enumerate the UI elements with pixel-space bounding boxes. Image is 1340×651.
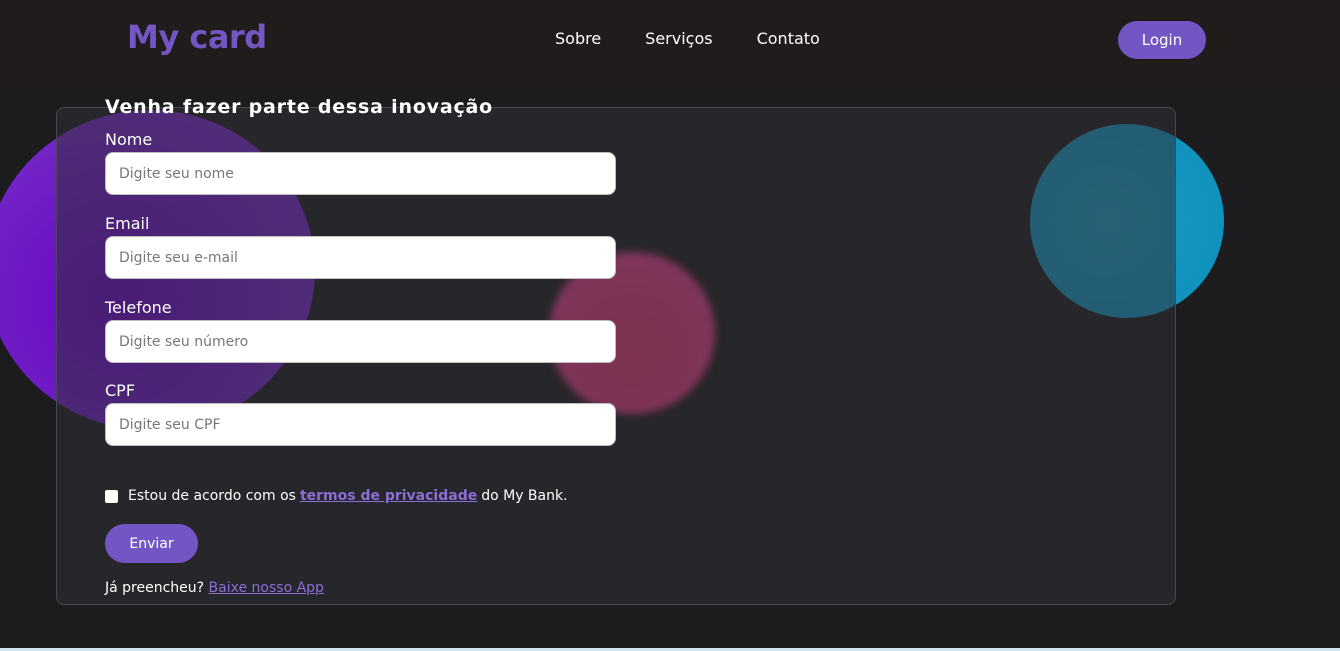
name-label: Nome bbox=[105, 130, 153, 149]
phone-input[interactable] bbox=[105, 320, 616, 363]
submit-button[interactable]: Enviar bbox=[105, 524, 198, 563]
app-prompt: Já preencheu? bbox=[105, 580, 205, 596]
terms-checkbox[interactable] bbox=[105, 489, 118, 503]
nav-link-servicos[interactable]: Serviços bbox=[645, 29, 712, 48]
nav-link-contato[interactable]: Contato bbox=[757, 29, 820, 48]
name-input[interactable] bbox=[105, 152, 616, 195]
main-nav: Sobre Serviços Contato bbox=[555, 29, 864, 48]
app-download-row: Já preencheu? Baixe nosso App bbox=[105, 580, 324, 596]
terms-suffix: do My Bank. bbox=[481, 488, 568, 504]
download-app-link[interactable]: Baixe nosso App bbox=[209, 580, 324, 596]
cpf-label: CPF bbox=[105, 381, 136, 400]
login-button[interactable]: Login bbox=[1118, 21, 1206, 59]
logo[interactable]: My card bbox=[127, 18, 267, 56]
terms-row: Estou de acordo com os termos de privaci… bbox=[105, 488, 568, 504]
privacy-terms-link[interactable]: termos de privacidade bbox=[300, 488, 477, 504]
email-input[interactable] bbox=[105, 236, 616, 279]
terms-prefix: Estou de acordo com os bbox=[128, 488, 296, 504]
top-header: My card Sobre Serviços Contato Login bbox=[0, 0, 1340, 89]
email-label: Email bbox=[105, 214, 150, 233]
nav-link-sobre[interactable]: Sobre bbox=[555, 29, 601, 48]
form-title: Venha fazer parte dessa inovação bbox=[105, 96, 494, 118]
cpf-input[interactable] bbox=[105, 403, 616, 446]
phone-label: Telefone bbox=[105, 298, 172, 317]
